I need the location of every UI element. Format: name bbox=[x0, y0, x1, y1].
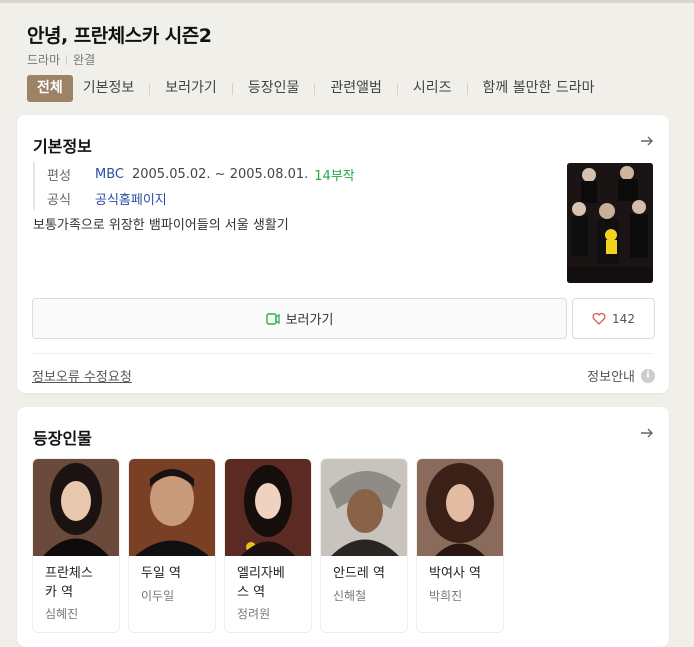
page-title: 안녕, 프란체스카 시즌2 bbox=[27, 25, 212, 47]
synopsis: 보통가족으로 위장한 뱀파이어들의 서울 생활기 bbox=[33, 218, 289, 233]
basic-info-card: 기본정보 편성 MBC 2005.05.02. ~ 2005.08.01. 14… bbox=[17, 115, 669, 393]
tab-divider bbox=[149, 82, 151, 95]
cast-actor: 박희진 bbox=[429, 589, 463, 603]
cast-member-card[interactable]: 안드레 역 신해철 bbox=[320, 458, 408, 633]
tab-similar-dramas[interactable]: 함께 볼만한 드라마 bbox=[473, 75, 605, 102]
broadcast-label: 편성 bbox=[47, 168, 71, 184]
info-guide[interactable]: 정보안내 i bbox=[587, 366, 655, 385]
cast-role-line: 안드레 역 bbox=[333, 566, 385, 581]
tab-basic-info[interactable]: 기본정보 bbox=[73, 75, 145, 102]
cast-photo bbox=[225, 459, 311, 556]
tab-divider bbox=[396, 82, 398, 95]
info-icon: i bbox=[641, 368, 655, 383]
like-button[interactable]: 142 bbox=[572, 298, 655, 339]
tab-watch[interactable]: 보러가기 bbox=[155, 75, 227, 102]
basic-info-title: 기본정보 bbox=[33, 137, 92, 156]
cast-photo bbox=[417, 459, 503, 556]
tab-series[interactable]: 시리즈 bbox=[403, 75, 462, 102]
cast-title: 등장인물 bbox=[33, 429, 92, 448]
top-border bbox=[0, 0, 694, 3]
cast-member-card[interactable]: 박여사 역 박희진 bbox=[416, 458, 504, 633]
tab-divider bbox=[314, 82, 316, 95]
like-count: 142 bbox=[612, 311, 635, 326]
cast-card: 등장인물 프란체스 카 역 심혜진 두일 역 이두일 엘리자베 스 역 정려원 … bbox=[17, 407, 669, 647]
cast-role: 박여사 역 bbox=[429, 564, 495, 583]
info-list: 편성 MBC 2005.05.02. ~ 2005.08.01. 14부작 공식… bbox=[33, 162, 355, 210]
tab-cast[interactable]: 등장인물 bbox=[238, 75, 310, 102]
cast-role-line: 스 역 bbox=[237, 585, 266, 600]
meta-separator bbox=[66, 54, 68, 65]
cast-actor: 정려원 bbox=[237, 607, 271, 621]
cast-photo bbox=[129, 459, 215, 556]
meta-line: 드라마 완결 bbox=[27, 51, 95, 68]
cast-role-line: 박여사 역 bbox=[429, 566, 481, 581]
arrow-right-icon[interactable] bbox=[639, 133, 655, 149]
tab-divider bbox=[466, 82, 468, 95]
broadcast-period: 2005.05.02. ~ 2005.08.01. bbox=[131, 166, 309, 182]
cast-photo bbox=[33, 459, 119, 556]
arrow-right-icon[interactable] bbox=[639, 425, 655, 441]
info-guide-label: 정보안내 bbox=[587, 370, 635, 385]
cast-member-card[interactable]: 프란체스 카 역 심혜진 bbox=[32, 458, 120, 633]
heart-icon bbox=[592, 312, 606, 325]
status-label: 완결 bbox=[73, 53, 96, 67]
official-label: 공식 bbox=[47, 192, 71, 208]
tab-divider bbox=[231, 82, 233, 95]
card-divider bbox=[32, 353, 653, 354]
cast-role: 엘리자베 스 역 bbox=[237, 564, 303, 602]
watch-button-label: 보러가기 bbox=[285, 313, 334, 328]
report-error-link[interactable]: 정보오류 수정요청 bbox=[32, 366, 132, 385]
episode-count: 14부작 bbox=[314, 168, 355, 184]
video-icon bbox=[265, 312, 280, 325]
drama-poster[interactable] bbox=[567, 163, 653, 283]
cast-role-line: 프란체스 bbox=[45, 566, 93, 581]
cast-role: 두일 역 bbox=[141, 564, 207, 583]
tab-bar: 전체 기본정보 보러가기 등장인물 관련앨범 시리즈 함께 볼만한 드라마 bbox=[27, 75, 604, 102]
cast-actor: 심혜진 bbox=[45, 607, 79, 621]
official-homepage-link[interactable]: 공식홈페이지 bbox=[95, 189, 167, 208]
cast-photo bbox=[321, 459, 407, 556]
cast-role-line: 카 역 bbox=[45, 585, 74, 600]
tab-all[interactable]: 전체 bbox=[27, 75, 73, 102]
cast-role: 프란체스 카 역 bbox=[45, 564, 111, 602]
cast-member-card[interactable]: 엘리자베 스 역 정려원 bbox=[224, 458, 312, 633]
cast-role-line: 두일 역 bbox=[141, 566, 182, 581]
tab-albums[interactable]: 관련앨범 bbox=[320, 75, 392, 102]
cast-role-line: 엘리자베 bbox=[237, 566, 285, 581]
cast-member-card[interactable]: 두일 역 이두일 bbox=[128, 458, 216, 633]
cast-actor: 신해철 bbox=[333, 589, 367, 603]
cast-actor: 이두일 bbox=[141, 589, 175, 603]
genre-label: 드라마 bbox=[27, 53, 61, 67]
cast-role: 안드레 역 bbox=[333, 564, 399, 583]
watch-button[interactable]: 보러가기 bbox=[32, 298, 567, 339]
broadcast-row: 편성 MBC 2005.05.02. ~ 2005.08.01. 14부작 bbox=[47, 162, 355, 186]
channel-link[interactable]: MBC bbox=[95, 167, 124, 182]
official-row: 공식 공식홈페이지 bbox=[47, 186, 355, 210]
